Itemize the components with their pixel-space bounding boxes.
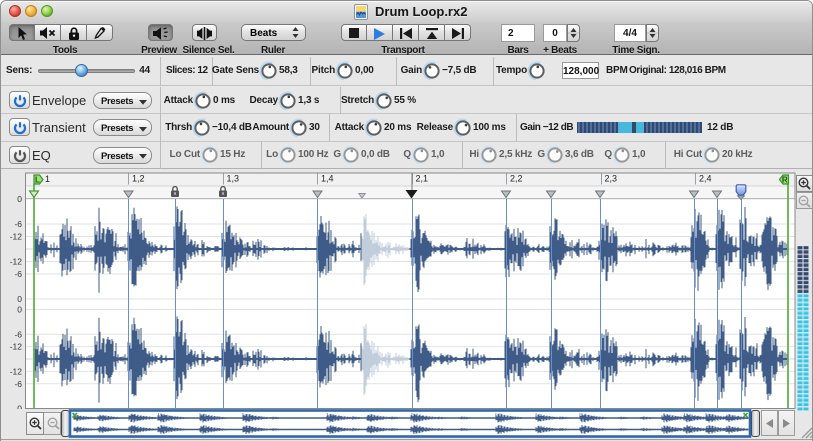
svg-text:2,2: 2,2 xyxy=(510,174,523,184)
svg-text:2,3: 2,3 xyxy=(605,174,618,184)
svg-text:1: 1 xyxy=(45,174,50,184)
svg-text:2,1: 2,1 xyxy=(416,174,429,184)
svg-text:0: 0 xyxy=(17,194,22,204)
svg-text:0: 0 xyxy=(17,294,22,304)
svg-text:1,3: 1,3 xyxy=(227,174,240,184)
svg-text:-6: -6 xyxy=(14,269,22,279)
svg-text:-12: -12 xyxy=(10,342,23,352)
svg-text:R: R xyxy=(782,176,788,185)
svg-text:0: 0 xyxy=(17,404,22,410)
svg-text:-12: -12 xyxy=(10,232,23,242)
svg-text:-12: -12 xyxy=(10,366,23,376)
svg-text:-12: -12 xyxy=(10,257,23,267)
svg-text:-6: -6 xyxy=(14,379,22,389)
svg-text:1,4: 1,4 xyxy=(321,174,334,184)
svg-text:1,2: 1,2 xyxy=(132,174,145,184)
svg-text:2,4: 2,4 xyxy=(699,174,712,184)
svg-text:L: L xyxy=(35,176,40,185)
svg-text:-6: -6 xyxy=(14,219,22,229)
svg-text:0: 0 xyxy=(17,305,22,315)
svg-text:-6: -6 xyxy=(14,329,22,339)
